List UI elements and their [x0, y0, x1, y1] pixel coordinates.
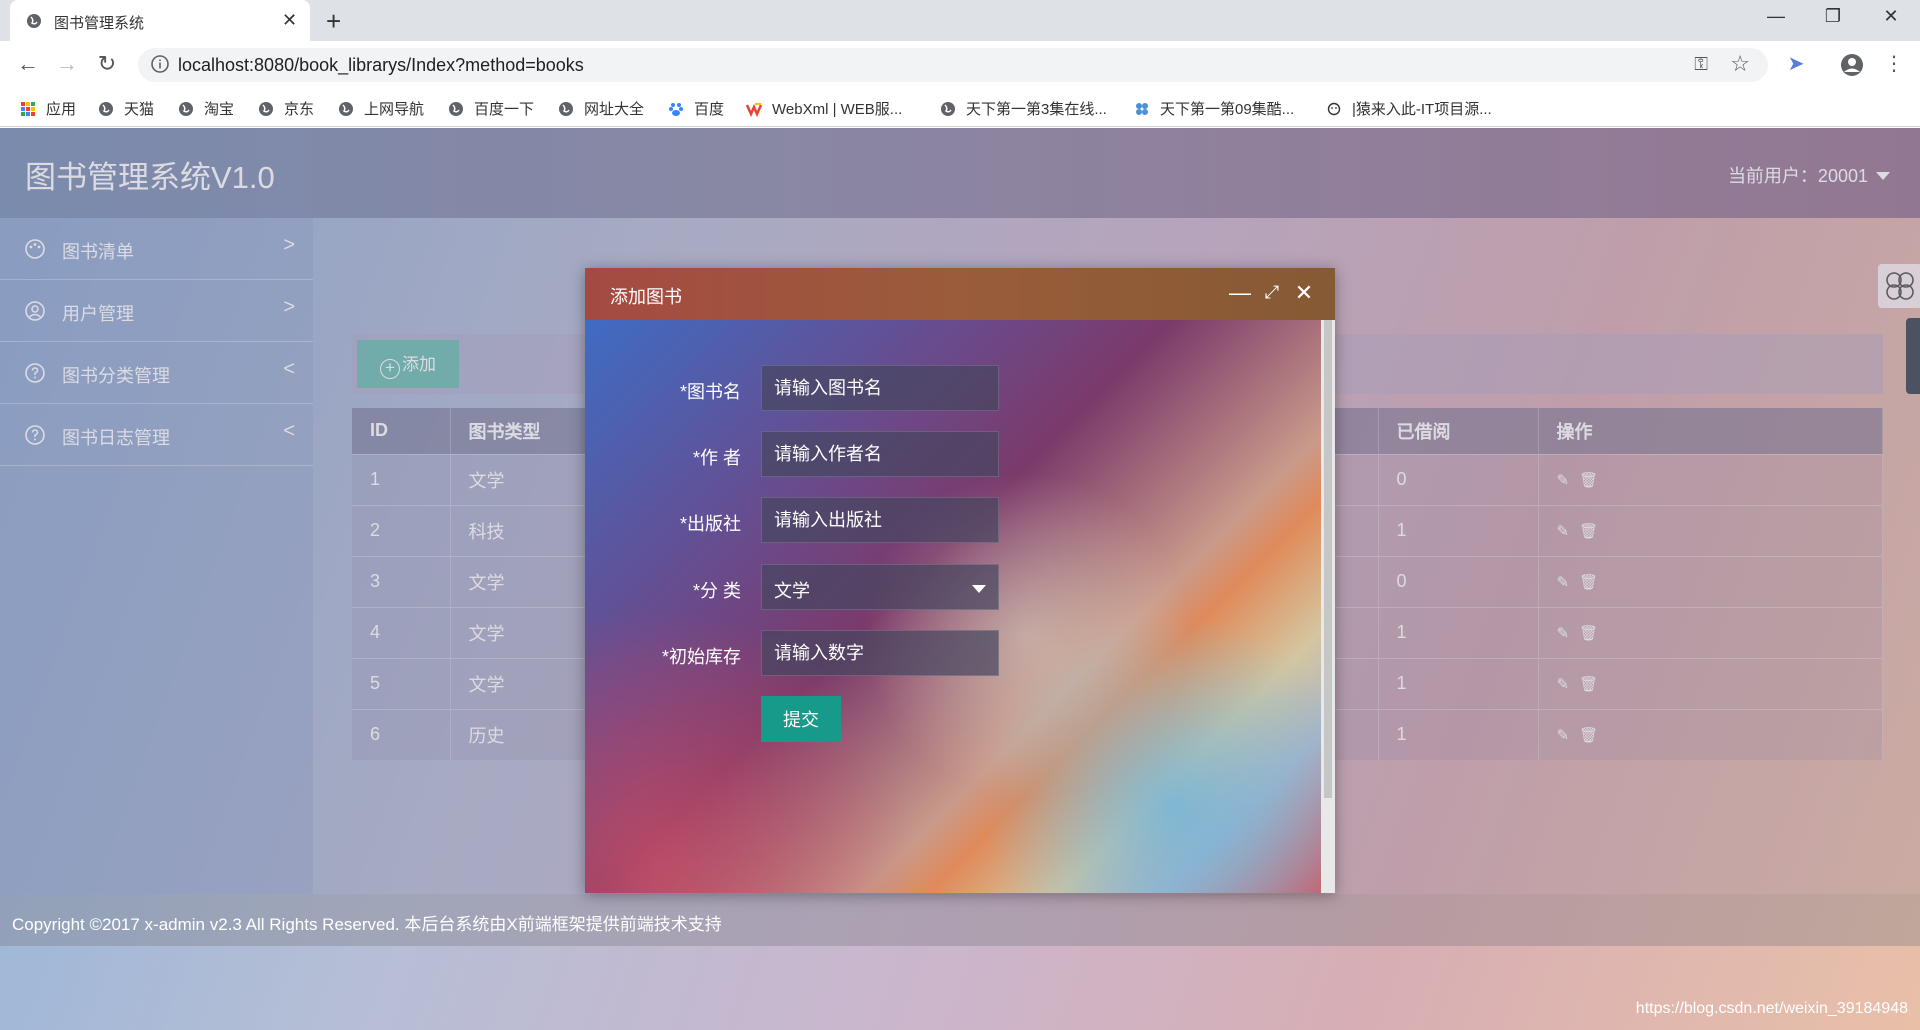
- address-bar[interactable]: localhost:8080/book_librarys/Index?metho…: [138, 48, 1768, 82]
- author-input[interactable]: [761, 431, 999, 477]
- globe-icon: [27, 14, 41, 28]
- dialog-body: *图书名 *作 者 *出版社 *分 类 文学 *初始库存 提交: [585, 320, 1321, 893]
- baidu-paw-icon: [669, 103, 683, 116]
- publisher-input[interactable]: [761, 497, 999, 543]
- bookmark-apps[interactable]: 应用: [20, 98, 76, 119]
- add-book-dialog: 添加图书 — ⤢ ✕ *图书名 *作 者 *出版社 *分 类 文学 *初始库存: [585, 268, 1335, 893]
- dialog-titlebar: 添加图书 — ⤢ ✕: [585, 268, 1335, 320]
- bookmark-site-directory[interactable]: 网址大全: [558, 98, 644, 119]
- form-row-submit: 提交: [585, 696, 1321, 744]
- back-icon[interactable]: ←: [14, 51, 42, 77]
- extension-bird-icon[interactable]: ➤: [1782, 51, 1810, 79]
- book-name-input[interactable]: [761, 365, 999, 411]
- stock-input[interactable]: [761, 630, 999, 676]
- reload-icon[interactable]: ↻: [93, 51, 121, 77]
- key-icon[interactable]: ⚿: [1694, 54, 1708, 75]
- minimize-window-icon[interactable]: —: [1756, 6, 1796, 27]
- profile-avatar-icon[interactable]: [1838, 51, 1866, 79]
- copyright-text: Copyright ©2017 x-admin v2.3 All Rights …: [12, 915, 722, 934]
- bookmark-star-icon[interactable]: ☆: [1730, 51, 1750, 77]
- category-label: *分 类: [692, 581, 741, 601]
- form-row-author: *作 者: [585, 431, 1321, 479]
- caret-down-icon: [972, 585, 986, 593]
- bookmark-tmall[interactable]: 天猫: [98, 98, 154, 119]
- globe-icon: [559, 102, 573, 116]
- restore-window-icon[interactable]: ❐: [1813, 6, 1853, 27]
- bookmarks-bar: 应用 天猫 淘宝 京东 上网导航 百度一下 网址大全 百度 WebXml | W…: [0, 89, 1920, 127]
- tab-close-icon[interactable]: ✕: [282, 10, 297, 31]
- browser-toolbar: ← → ↻ localhost:8080/book_librarys/Index…: [0, 41, 1920, 89]
- tab-title: 图书管理系统: [54, 15, 145, 32]
- flower-icon: [1136, 103, 1148, 115]
- form-row-publisher: *出版社: [585, 497, 1321, 545]
- globe-icon: [259, 102, 273, 116]
- form-row-category: *分 类 文学: [585, 564, 1321, 612]
- globe-icon: [941, 102, 955, 116]
- close-window-icon[interactable]: ✕: [1871, 6, 1911, 27]
- book-name-label: *图书名: [679, 382, 741, 402]
- url-text[interactable]: localhost:8080/book_librarys/Index?metho…: [178, 55, 584, 76]
- minimize-icon[interactable]: —: [1227, 280, 1253, 306]
- monkey-icon: [1327, 102, 1341, 116]
- bookmark-it-projects[interactable]: |猿来入此-IT项目源...: [1326, 98, 1492, 119]
- maximize-icon[interactable]: ⤢: [1259, 282, 1285, 303]
- dialog-scroll-thumb[interactable]: [1324, 320, 1332, 798]
- author-label: *作 者: [692, 448, 741, 468]
- form-row-stock: *初始库存: [585, 630, 1321, 678]
- category-selected-value: 文学: [774, 581, 810, 601]
- submit-button[interactable]: 提交: [761, 696, 841, 742]
- apps-grid-icon: [21, 102, 35, 116]
- dialog-title: 添加图书: [610, 287, 682, 307]
- globe-icon: [99, 102, 113, 116]
- form-row-book-name: *图书名: [585, 365, 1321, 413]
- category-select[interactable]: 文学: [761, 564, 999, 610]
- webxml-logo-icon: [746, 103, 762, 117]
- bookmark-jd[interactable]: 京东: [258, 98, 314, 119]
- bookmark-taobao[interactable]: 淘宝: [178, 98, 234, 119]
- bookmark-baidu-search[interactable]: 百度一下: [448, 98, 534, 119]
- info-icon[interactable]: [150, 54, 170, 74]
- forward-icon[interactable]: →: [53, 51, 81, 77]
- app-footer: Copyright ©2017 x-admin v2.3 All Rights …: [0, 894, 1920, 946]
- bookmark-drama-3[interactable]: 天下第一第3集在线...: [940, 98, 1107, 119]
- menu-kebab-icon[interactable]: ⋮: [1880, 51, 1908, 79]
- bookmark-webxml[interactable]: WebXml | WEB服...: [746, 98, 902, 119]
- bookmark-nav[interactable]: 上网导航: [338, 98, 424, 119]
- browser-tab[interactable]: 图书管理系统 ✕: [10, 0, 310, 41]
- globe-icon: [339, 102, 353, 116]
- stock-label: *初始库存: [661, 647, 741, 667]
- globe-icon: [179, 102, 193, 116]
- globe-icon: [449, 102, 463, 116]
- bookmark-drama-09[interactable]: 天下第一第09集酷...: [1134, 98, 1294, 119]
- new-tab-icon[interactable]: +: [326, 6, 341, 37]
- publisher-label: *出版社: [679, 514, 741, 534]
- watermark-text: https://blog.csdn.net/weixin_39184948: [1635, 1000, 1908, 1017]
- close-icon[interactable]: ✕: [1291, 280, 1317, 306]
- browser-tabstrip: 图书管理系统 ✕ + — ❐ ✕: [0, 0, 1920, 41]
- bookmark-baidu[interactable]: 百度: [668, 98, 724, 119]
